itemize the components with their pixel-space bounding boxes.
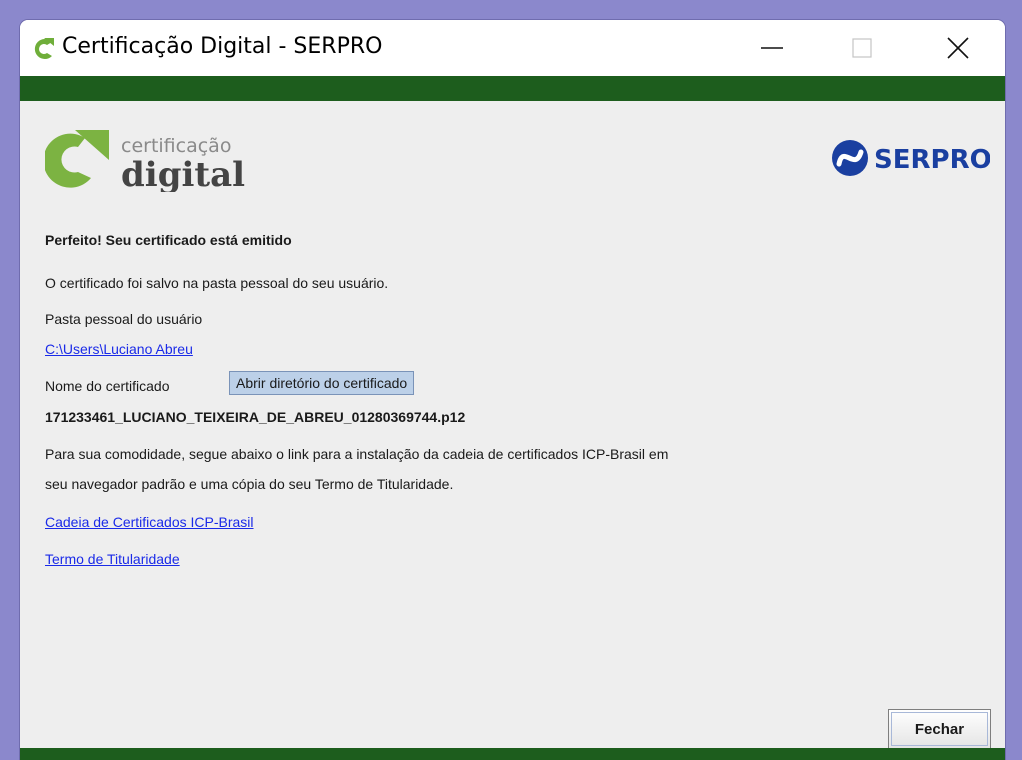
app-icon — [34, 38, 54, 59]
success-heading: Perfeito! Seu certificado está emitido — [45, 232, 292, 248]
logo-small-text: certificação — [121, 135, 231, 157]
user-folder-label: Pasta pessoal do usuário — [45, 311, 203, 327]
open-cert-dir-button[interactable]: Abrir diretório do certificado — [229, 371, 415, 395]
serpro-logo: SERPRO — [832, 140, 990, 176]
maximize-icon — [852, 38, 872, 58]
serpro-text: SERPRO — [874, 145, 990, 175]
ownership-term-link[interactable]: Termo de Titularidade — [45, 550, 180, 568]
minimize-button[interactable] — [727, 20, 817, 76]
minimize-icon — [761, 47, 783, 49]
icp-chain-link[interactable]: Cadeia de Certificados ICP-Brasil — [45, 513, 254, 531]
saved-message: O certificado foi salvo na pasta pessoal… — [45, 275, 389, 291]
content: certificação digital SERPRO Perfeito! Se… — [20, 101, 1005, 749]
cert-logo: certificação digital — [45, 130, 245, 192]
close-button[interactable] — [913, 20, 1003, 76]
window-title: Certificação Digital - SERPRO — [62, 34, 383, 59]
close-dialog-label: Fechar — [914, 720, 965, 738]
green-band-bottom — [20, 748, 1005, 760]
logo-big-text: digital — [121, 155, 245, 192]
info-line-1: Para sua comodidade, segue abaixo o link… — [45, 446, 669, 462]
window: Certificação Digital - SERPRO certificaç… — [20, 20, 1005, 760]
title-bar[interactable]: Certificação Digital - SERPRO — [20, 20, 1005, 76]
user-folder-link[interactable]: C:\Users\Luciano Abreu — [45, 340, 193, 358]
cert-name-label: Nome do certificado — [45, 378, 170, 394]
green-band — [20, 76, 1005, 101]
cert-filename: 171233461_LUCIANO_TEIXEIRA_DE_ABREU_0128… — [45, 409, 466, 425]
info-line-2: seu navegador padrão e uma cópia do seu … — [45, 476, 454, 492]
close-dialog-button[interactable]: Fechar — [888, 709, 991, 749]
maximize-button — [817, 20, 907, 76]
close-icon — [947, 37, 969, 59]
